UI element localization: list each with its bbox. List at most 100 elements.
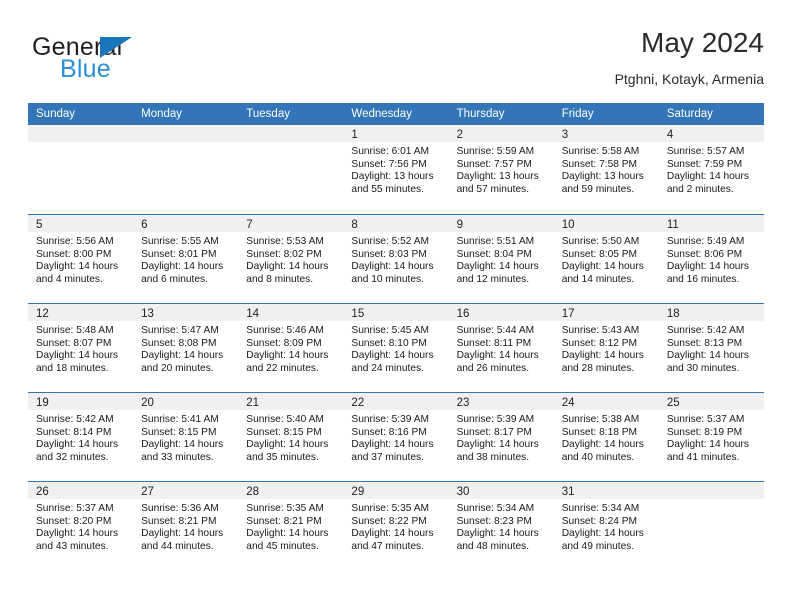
day-cell[interactable]: 30 Sunrise: 5:34 AM Sunset: 8:23 PM Dayligh… [448,482,554,570]
day-cell[interactable]: 13 Sunrise: 5:47 AM Sunset: 8:08 PM Dayligh… [133,304,239,392]
weekday-header-friday: Friday [561,108,594,120]
day-details: Sunrise: 5:42 AM Sunset: 8:13 PM Daylight:… [659,321,764,375]
day-cell[interactable]: 1 Sunrise: 6:01 AM Sunset: 7:56 PM Daylight… [343,125,449,214]
sunset-text: Sunset: 7:56 PM [351,158,427,170]
day-number-band: 26 [28,482,134,499]
daylight-text-line1: Daylight: 14 hours [141,528,224,540]
sunrise-text: Sunrise: 5:49 AM [666,236,745,247]
day-cell[interactable]: 6 Sunrise: 5:55 AM Sunset: 8:01 PM Daylight… [133,215,239,303]
day-details: Sunrise: 5:44 AM Sunset: 8:11 PM Daylight:… [449,321,554,375]
day-cell[interactable]: 20 Sunrise: 5:41 AM Sunset: 8:15 PM Dayligh… [133,393,239,481]
day-details: Sunrise: 6:01 AM Sunset: 7:56 PM Daylight:… [343,142,448,196]
day-details: Sunrise: 5:47 AM Sunset: 8:08 PM Daylight:… [133,321,238,375]
day-cell[interactable]: 17 Sunrise: 5:43 AM Sunset: 8:12 PM Dayligh… [553,304,659,392]
day-cell[interactable]: 2 Sunrise: 5:59 AM Sunset: 7:57 PM Daylight… [448,125,554,214]
daylight-text-line2: and 45 minutes. [246,540,319,552]
day-cell[interactable]: 8 Sunrise: 5:52 AM Sunset: 8:03 PM Daylight… [343,215,449,303]
day-number: 28 [246,486,260,498]
sunrise-text: Sunrise: 5:55 AM [141,236,219,247]
day-number-band: 1 [343,125,449,142]
daylight-text-line1: Daylight: 14 hours [456,350,539,362]
day-number-band [658,482,764,499]
daylight-text-line2: and 38 minutes. [456,451,530,463]
day-details: Sunrise: 5:53 AM Sunset: 8:02 PM Daylight:… [238,232,343,286]
daylight-text-line2: and 20 minutes. [141,362,214,374]
sunset-text: Sunset: 8:12 PM [561,337,638,349]
day-cell[interactable]: 27 Sunrise: 5:36 AM Sunset: 8:21 PM Dayligh… [133,482,239,570]
day-cell[interactable]: 11 Sunrise: 5:49 AM Sunset: 8:06 PM Dayligh… [658,215,764,303]
day-number-band: 25 [658,393,764,410]
day-number-band: 19 [28,393,134,410]
sunset-text: Sunset: 8:05 PM [561,248,638,260]
sunset-text: Sunset: 8:03 PM [351,248,427,260]
day-number: 2 [456,129,463,141]
day-cell[interactable]: 21 Sunrise: 5:40 AM Sunset: 8:15 PM Dayligh… [238,393,344,481]
day-number: 3 [561,129,569,141]
day-cell[interactable]: 24 Sunrise: 5:38 AM Sunset: 8:18 PM Dayligh… [553,393,659,481]
day-cell[interactable]: 7 Sunrise: 5:53 AM Sunset: 8:02 PM Daylight… [238,215,344,303]
sunset-text: Sunset: 8:07 PM [36,337,112,349]
day-number: 24 [561,397,575,409]
sunrise-text: Sunrise: 5:38 AM [561,414,640,425]
day-cell[interactable]: 10 Sunrise: 5:50 AM Sunset: 8:05 PM Dayligh… [553,215,659,303]
sunset-text: Sunset: 7:58 PM [561,158,638,170]
sunrise-text: Sunrise: 5:39 AM [351,414,430,425]
general-blue-logo[interactable]: General Blue [32,34,222,90]
daylight-text-line2: and 37 minutes. [351,451,424,463]
sunrise-text: Sunrise: 5:46 AM [246,325,324,336]
sunset-text: Sunset: 8:18 PM [561,426,638,438]
day-details: Sunrise: 5:48 AM Sunset: 8:07 PM Daylight:… [28,321,133,375]
day-number: 31 [561,486,575,498]
day-cell[interactable]: 28 Sunrise: 5:35 AM Sunset: 8:21 PM Dayligh… [238,482,344,570]
day-cell[interactable]: 25 Sunrise: 5:37 AM Sunset: 8:19 PM Dayligh… [658,393,764,481]
sunrise-text: Sunrise: 5:51 AM [456,236,535,247]
day-number: 21 [246,397,260,409]
sunset-text: Sunset: 8:08 PM [141,337,217,349]
daylight-text-line1: Daylight: 14 hours [36,261,119,273]
day-number: 8 [351,219,358,231]
day-cell[interactable]: 23 Sunrise: 5:39 AM Sunset: 8:17 PM Dayligh… [448,393,554,481]
day-cell[interactable]: 18 Sunrise: 5:42 AM Sunset: 8:13 PM Dayligh… [658,304,764,392]
sunrise-text: Sunrise: 5:35 AM [246,503,324,514]
day-number: 26 [36,486,49,498]
day-number-band: 28 [238,482,344,499]
week-row: 1 Sunrise: 6:01 AM Sunset: 7:56 PM Daylight… [28,125,764,214]
daylight-text-line1: Daylight: 14 hours [666,171,749,183]
sunset-text: Sunset: 7:59 PM [666,158,743,170]
day-number: 29 [351,486,365,498]
daylight-text-line1: Daylight: 14 hours [351,350,434,362]
day-cell[interactable]: 31 Sunrise: 5:34 AM Sunset: 8:24 PM Dayligh… [553,482,659,570]
day-cell[interactable]: 29 Sunrise: 5:35 AM Sunset: 8:22 PM Dayligh… [343,482,449,570]
sunrise-text: Sunrise: 5:42 AM [36,414,114,425]
daylight-text-line2: and 35 minutes. [246,451,319,463]
day-cell[interactable]: 9 Sunrise: 5:51 AM Sunset: 8:04 PM Daylight… [448,215,554,303]
week-row: 26 Sunrise: 5:37 AM Sunset: 8:20 PM Dayligh… [28,481,764,570]
sunrise-text: Sunrise: 5:37 AM [36,503,114,514]
sunrise-text: Sunrise: 5:48 AM [36,325,114,336]
daylight-text-line2: and 32 minutes. [36,451,109,463]
day-cell[interactable]: 3 Sunrise: 5:58 AM Sunset: 7:58 PM Daylight… [553,125,659,214]
day-cell[interactable]: 26 Sunrise: 5:37 AM Sunset: 8:20 PM Dayligh… [28,482,134,570]
day-cell[interactable]: 4 Sunrise: 5:57 AM Sunset: 7:59 PM Daylight… [658,125,764,214]
day-number-band: 3 [553,125,659,142]
day-number: 19 [36,397,49,409]
day-details: Sunrise: 5:57 AM Sunset: 7:59 PM Daylight:… [659,142,764,196]
day-cell[interactable]: 5 Sunrise: 5:56 AM Sunset: 8:00 PM Daylight… [28,215,134,303]
daylight-text-line2: and 12 minutes. [456,273,530,285]
daylight-text-line2: and 22 minutes. [246,362,319,374]
daylight-text-line2: and 44 minutes. [141,540,214,552]
sunset-text: Sunset: 8:15 PM [246,426,322,438]
day-cell[interactable]: 12 Sunrise: 5:48 AM Sunset: 8:07 PM Dayligh… [28,304,134,392]
day-number: 13 [141,308,154,320]
sunrise-text: Sunrise: 5:57 AM [666,146,745,157]
daylight-text-line2: and 14 minutes. [561,273,635,285]
day-number-band [133,125,239,142]
sunset-text: Sunset: 7:57 PM [456,158,532,170]
daylight-text-line1: Daylight: 14 hours [246,261,329,273]
day-cell[interactable]: 15 Sunrise: 5:45 AM Sunset: 8:10 PM Dayligh… [343,304,449,392]
day-number-band: 10 [553,215,659,232]
day-cell[interactable]: 22 Sunrise: 5:39 AM Sunset: 8:16 PM Dayligh… [343,393,449,481]
day-cell[interactable]: 14 Sunrise: 5:46 AM Sunset: 8:09 PM Dayligh… [238,304,344,392]
day-cell[interactable]: 19 Sunrise: 5:42 AM Sunset: 8:14 PM Dayligh… [28,393,134,481]
day-cell[interactable]: 16 Sunrise: 5:44 AM Sunset: 8:11 PM Dayligh… [448,304,554,392]
